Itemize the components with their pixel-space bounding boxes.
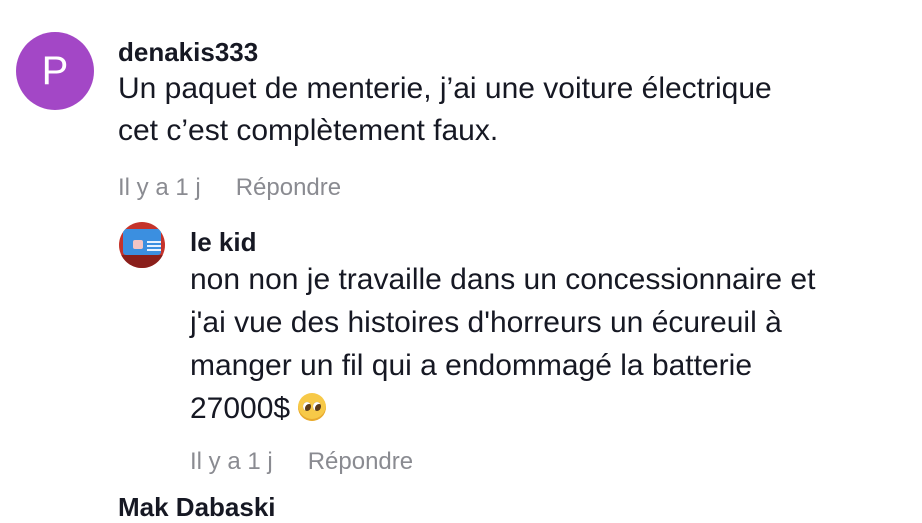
comment-text: non non je travaille dans un concessionn… [190,258,815,430]
comment-time: Il y a 1 j [190,448,273,475]
comment-username[interactable]: denakis333 [118,36,772,68]
avatar-letter: P [41,48,69,93]
next-comment-username[interactable]: Mak Dabaski [118,492,276,523]
comment-time: Il y a 1 j [118,174,201,201]
avatar[interactable] [119,222,165,268]
comment-text: Un paquet de menterie, j’ai une voiture … [118,72,772,147]
comment-text-content: non non je travaille dans un concessionn… [190,263,816,425]
reply-button[interactable]: Répondre [308,448,413,476]
comment-meta: Il y a 1 j Répondre [190,448,815,476]
comment-body: denakis333 Un paquet de menterie, j’ai u… [118,36,772,202]
reply-button[interactable]: Répondre [236,174,341,202]
avatar[interactable]: P [16,32,94,110]
comment-meta: Il y a 1 j Répondre [118,174,772,202]
pleading-face-emoji-icon [298,393,327,421]
reply-comment-item: le kid non non je travaille dans un conc… [119,222,815,476]
comment-body: le kid non non je travaille dans un conc… [190,226,815,476]
avatar-image [123,229,161,255]
comment-item: P denakis333 Un paquet de menterie, j’ai… [16,32,772,202]
comment-username[interactable]: le kid [190,226,815,258]
